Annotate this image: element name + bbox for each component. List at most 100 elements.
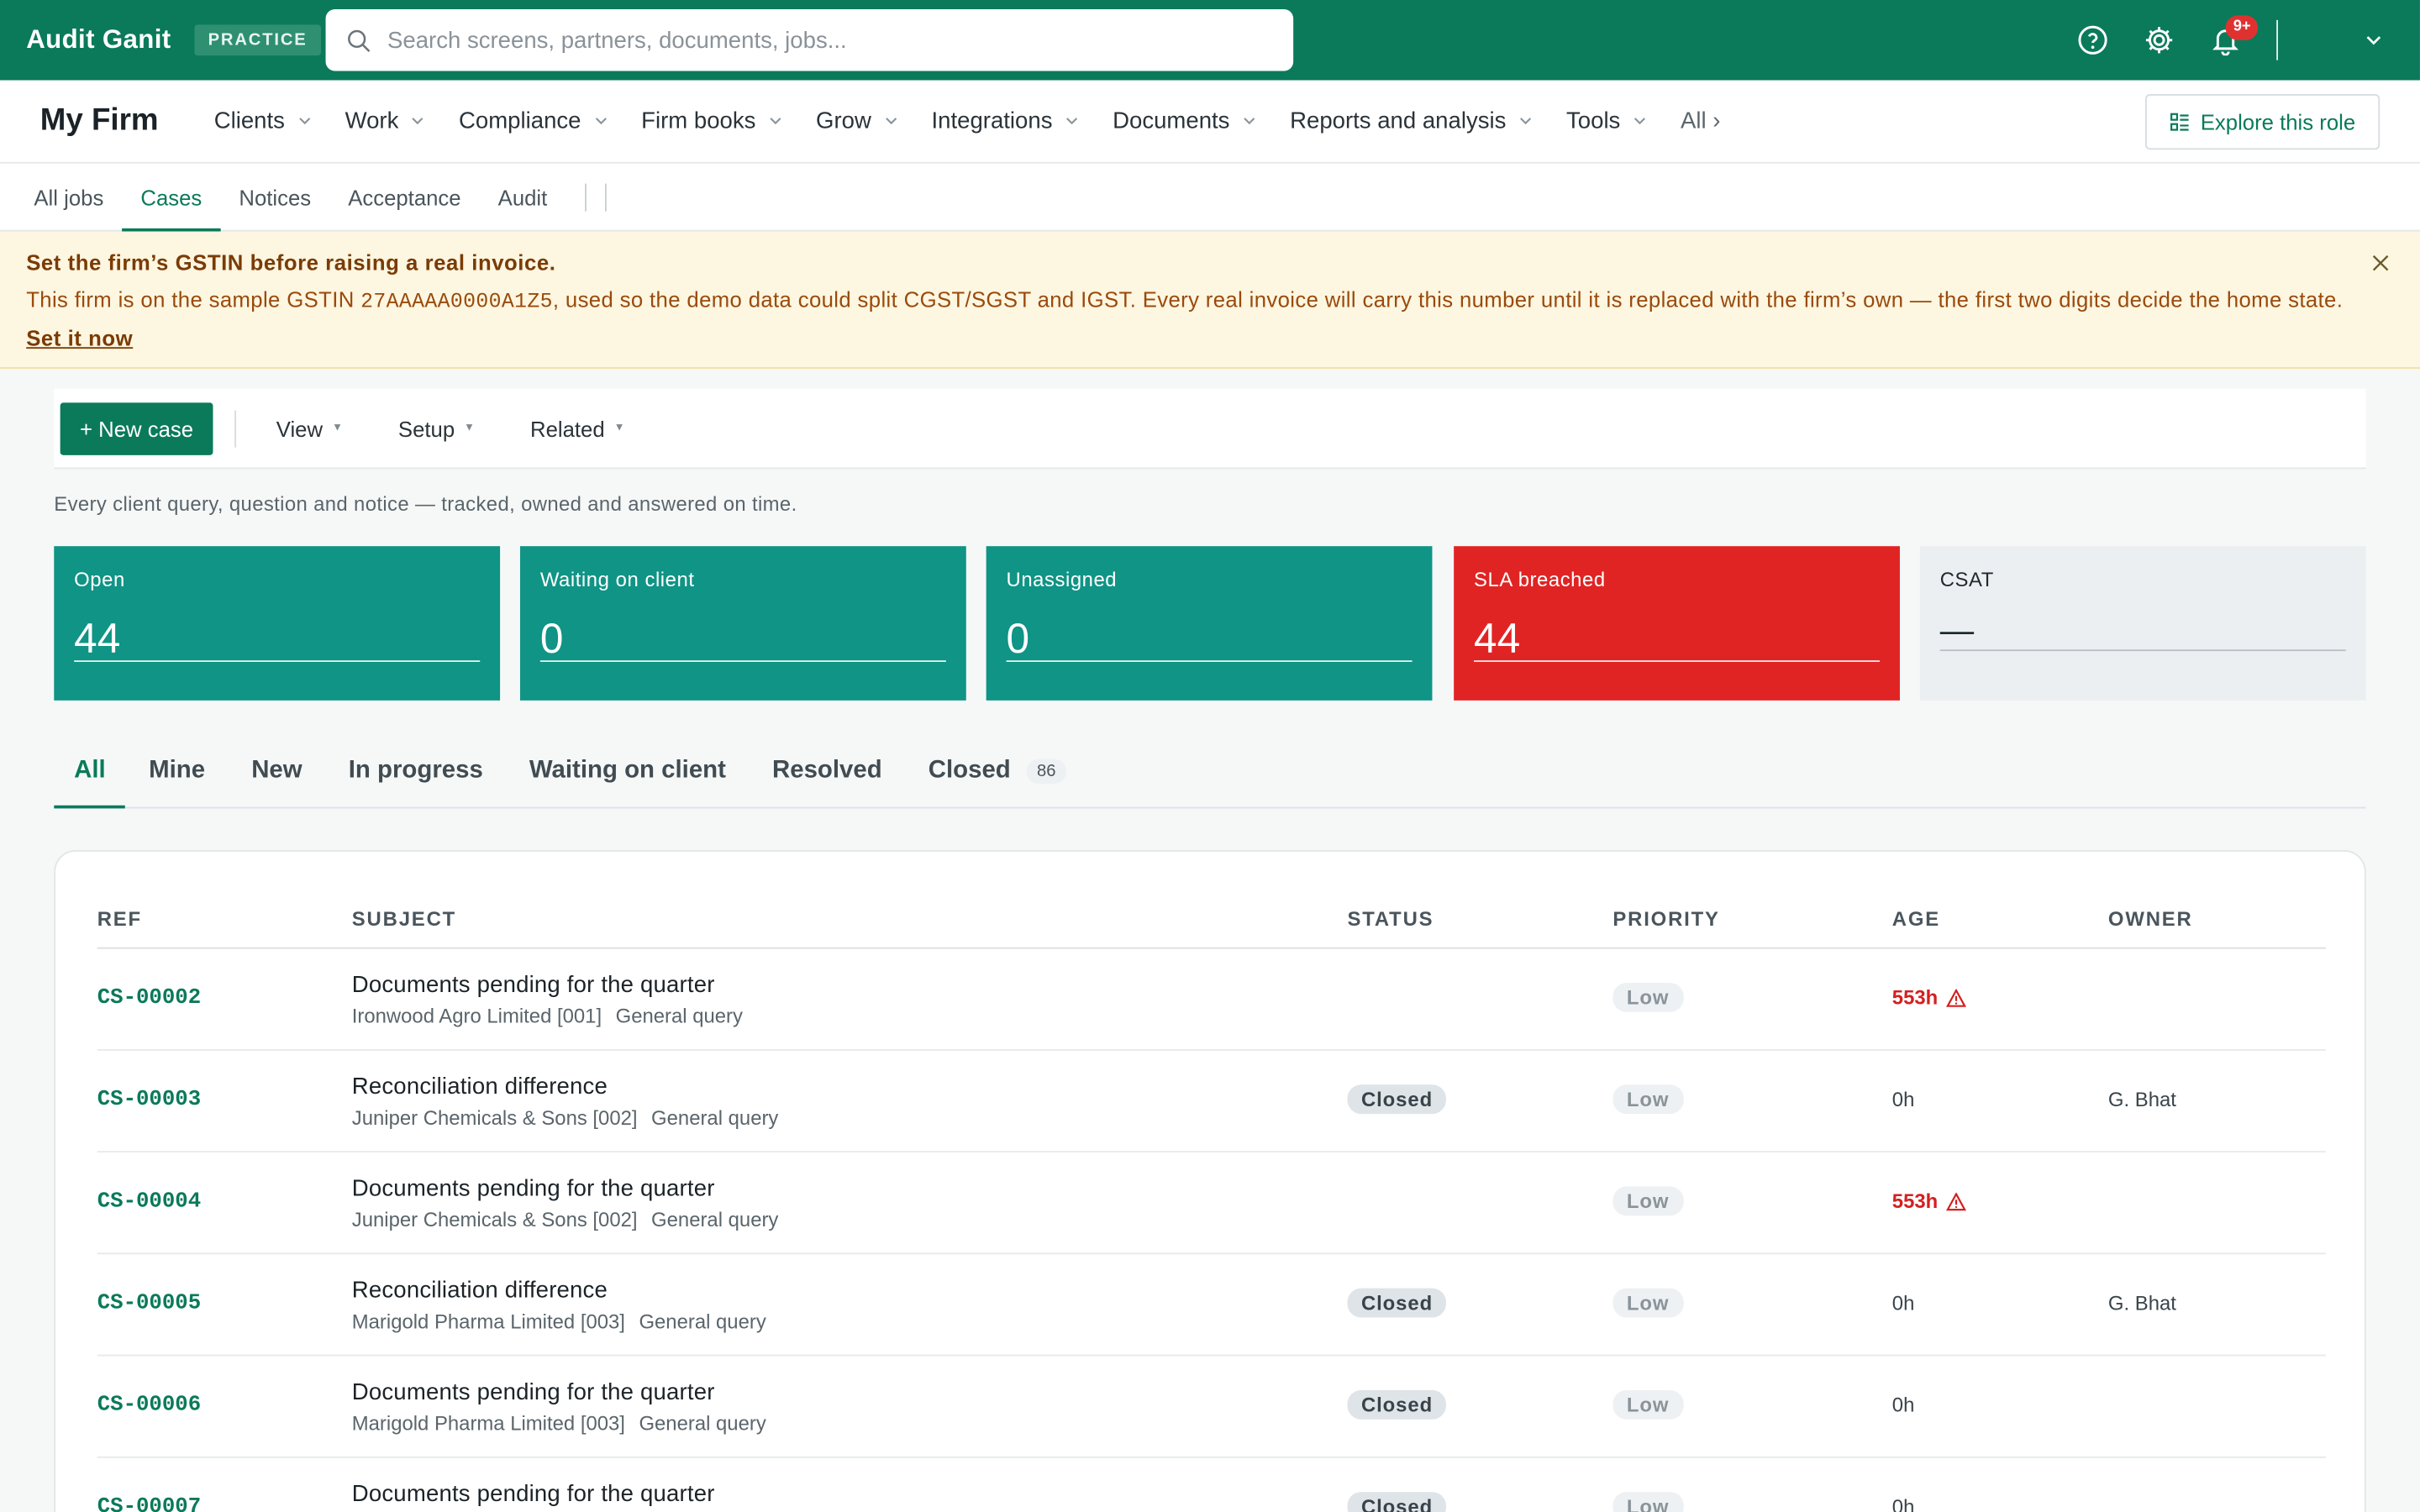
- table-row[interactable]: CS-00003 Reconciliation difference Junip…: [97, 1051, 2326, 1153]
- case-age-value: 553h: [1891, 985, 1939, 1010]
- set-gstin-link[interactable]: Set it now: [26, 326, 133, 350]
- priority-badge: Low: [1612, 1288, 1683, 1318]
- column-header-priority[interactable]: PRIORITY: [1612, 907, 1719, 931]
- nav-tools[interactable]: Tools: [1566, 108, 1647, 134]
- filter-tab-mine[interactable]: Mine: [126, 734, 229, 806]
- case-subject[interactable]: Documents pending for the quarter: [352, 1379, 715, 1405]
- kpi-value: 44: [1474, 617, 1881, 662]
- app-root: Audit Ganit PRACTICE 9+ My Firm Clients …: [0, 0, 2420, 1512]
- firm-name[interactable]: My Firm: [40, 103, 159, 139]
- account-menu-chevron-down-icon[interactable]: [2365, 31, 2383, 50]
- case-ref[interactable]: CS-00003: [97, 1088, 201, 1112]
- case-subject[interactable]: Documents pending for the quarter: [352, 972, 715, 998]
- case-owner[interactable]: G. Bhat: [2108, 1088, 2176, 1111]
- related-menu[interactable]: Related ▼: [530, 416, 624, 440]
- column-header-subject[interactable]: SUBJECT: [352, 907, 456, 931]
- case-subject[interactable]: Documents pending for the quarter: [352, 1176, 715, 1202]
- global-search[interactable]: [325, 9, 1294, 71]
- nav-firm-books[interactable]: Firm books: [641, 108, 781, 134]
- case-subject[interactable]: Reconciliation difference: [352, 1278, 608, 1304]
- case-meta: Marigold Pharma Limited [003] General que…: [352, 1412, 766, 1436]
- filter-tab-in-progress[interactable]: In progress: [325, 734, 506, 806]
- table-row[interactable]: CS-00006 Documents pending for the quart…: [97, 1356, 2326, 1458]
- kpi-sla-breached[interactable]: SLA breached 44: [1454, 546, 1900, 701]
- filter-tab-all[interactable]: All: [54, 734, 127, 809]
- nav-work-label: Work: [345, 108, 399, 134]
- tab-cases[interactable]: Cases: [122, 164, 220, 232]
- table-header: REF SUBJECT STATUS PRIORITY AGE OWNER: [97, 904, 2326, 949]
- case-ref[interactable]: CS-00007: [97, 1495, 201, 1512]
- kpi-open[interactable]: Open 44: [54, 546, 501, 701]
- filter-tab-new[interactable]: New: [229, 734, 326, 806]
- sub-tabs: All jobs Cases Notices Acceptance Audit: [0, 163, 2420, 232]
- case-client[interactable]: Ironwood Agro Limited [001]: [352, 1005, 602, 1028]
- help-button[interactable]: [2065, 13, 2121, 68]
- new-case-button[interactable]: + New case: [60, 402, 213, 454]
- case-ref[interactable]: CS-00006: [97, 1394, 201, 1418]
- tab-notices[interactable]: Notices: [220, 164, 329, 230]
- cases-table: REF SUBJECT STATUS PRIORITY AGE OWNER CS…: [54, 850, 2366, 1512]
- case-ref[interactable]: CS-00005: [97, 1291, 201, 1315]
- brand-logo[interactable]: Audit Ganit: [26, 24, 171, 55]
- nav-documents[interactable]: Documents: [1113, 108, 1256, 134]
- notifications-button[interactable]: 9+: [2197, 13, 2259, 68]
- kpi-waiting-on-client[interactable]: Waiting on client 0: [519, 546, 966, 701]
- case-owner[interactable]: G. Bhat: [2108, 1291, 2176, 1315]
- kpi-value: 0: [1006, 617, 1413, 662]
- case-client[interactable]: Juniper Chemicals & Sons [002]: [352, 1208, 638, 1231]
- divider: [234, 409, 237, 447]
- close-icon[interactable]: [2372, 255, 2389, 271]
- tab-audit[interactable]: Audit: [480, 164, 566, 230]
- chevron-down-icon: [885, 118, 897, 125]
- related-menu-label: Related: [530, 415, 605, 441]
- case-ref[interactable]: CS-00004: [97, 1189, 201, 1214]
- column-header-status[interactable]: STATUS: [1347, 907, 1434, 931]
- tab-acceptance[interactable]: Acceptance: [329, 164, 479, 230]
- search-icon: [348, 29, 371, 52]
- column-header-owner[interactable]: OWNER: [2108, 907, 2193, 931]
- search-input[interactable]: [387, 27, 1252, 54]
- nav-work[interactable]: Work: [345, 108, 425, 134]
- table-row[interactable]: CS-00004 Documents pending for the quart…: [97, 1152, 2326, 1255]
- case-client[interactable]: Marigold Pharma Limited [003]: [352, 1412, 625, 1436]
- table-row[interactable]: CS-00005 Reconciliation difference Marig…: [97, 1254, 2326, 1357]
- tab-all-jobs[interactable]: All jobs: [0, 164, 122, 230]
- kpi-csat[interactable]: CSAT —: [1919, 546, 2366, 701]
- nav-all[interactable]: All ›: [1681, 108, 1720, 134]
- case-client[interactable]: Juniper Chemicals & Sons [002]: [352, 1106, 638, 1130]
- nav-grow[interactable]: Grow: [816, 108, 897, 134]
- filter-tab-resolved[interactable]: Resolved: [749, 734, 905, 806]
- case-meta: Juniper Chemicals & Sons [002] General qu…: [352, 1106, 779, 1130]
- case-subject[interactable]: Reconciliation difference: [352, 1074, 608, 1100]
- explore-role-label: Explore this role: [2200, 109, 2356, 134]
- explore-role-button[interactable]: Explore this role: [2145, 94, 2381, 150]
- filter-tab-waiting-on-client[interactable]: Waiting on client: [506, 734, 749, 806]
- nav-integrations-label: Integrations: [931, 108, 1053, 134]
- settings-button[interactable]: [2131, 13, 2186, 68]
- priority-badge: Low: [1612, 982, 1683, 1012]
- case-client[interactable]: Marigold Pharma Limited [003]: [352, 1310, 625, 1333]
- caret-down-icon: ▼: [464, 423, 475, 434]
- kpi-unassigned[interactable]: Unassigned 0: [986, 546, 1433, 701]
- view-menu[interactable]: View ▼: [276, 416, 343, 440]
- nav-compliance[interactable]: Compliance: [459, 108, 608, 134]
- case-meta: Ironwood Agro Limited [001] General query: [352, 1005, 743, 1028]
- nav-reports[interactable]: Reports and analysis: [1290, 108, 1533, 134]
- nav-clients[interactable]: Clients: [214, 108, 311, 134]
- cases-toolbar: + New case View ▼ Setup ▼ Related ▼: [54, 388, 2366, 470]
- table-row[interactable]: CS-00002 Documents pending for the quart…: [97, 949, 2326, 1051]
- setup-menu[interactable]: Setup ▼: [398, 416, 475, 440]
- column-header-ref[interactable]: REF: [97, 907, 142, 931]
- case-meta: Marigold Pharma Limited [003] General que…: [352, 1310, 766, 1333]
- case-ref[interactable]: CS-00002: [97, 986, 201, 1011]
- chevron-down-icon: [298, 118, 310, 125]
- case-age: 553h: [1892, 1189, 1966, 1213]
- case-subject[interactable]: Documents pending for the quarter: [352, 1481, 715, 1507]
- case-age-value: 553h: [1891, 1189, 1939, 1213]
- table-row[interactable]: CS-00007 Documents pending for the quart…: [97, 1458, 2326, 1512]
- status-badge: Closed: [1347, 1084, 1447, 1115]
- column-header-age[interactable]: AGE: [1892, 907, 1940, 931]
- nav-integrations[interactable]: Integrations: [932, 108, 1079, 134]
- divider: [604, 182, 607, 211]
- filter-tab-closed[interactable]: Closed 86: [905, 734, 1090, 806]
